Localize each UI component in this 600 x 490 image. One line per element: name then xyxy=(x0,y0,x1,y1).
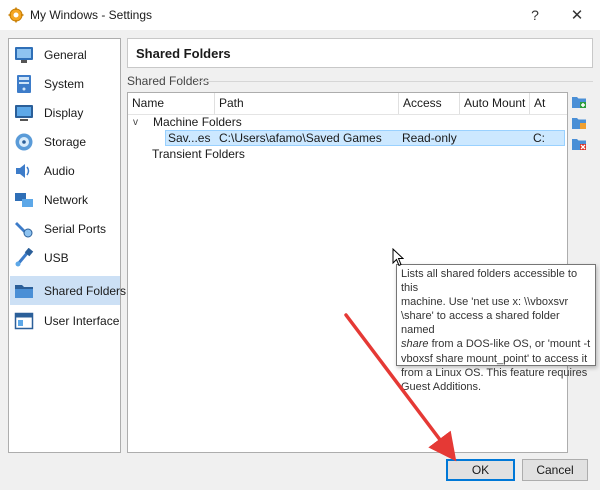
cancel-button[interactable]: Cancel xyxy=(522,459,588,481)
column-header-at[interactable]: At xyxy=(530,93,567,114)
cell-access: Read-only xyxy=(402,131,457,145)
storage-icon xyxy=(15,133,33,150)
settings-sidebar: General System Display Storage Audio Net… xyxy=(8,38,126,453)
cell-path: C:\Users\afamo\Saved Games xyxy=(219,131,382,145)
column-header-access[interactable]: Access xyxy=(399,93,460,114)
chevron-down-icon[interactable]: v xyxy=(133,114,138,131)
display-icon xyxy=(15,104,33,121)
table-row[interactable]: Sav...es C:\Users\afamo\Saved Games Read… xyxy=(165,130,565,146)
user-interface-icon xyxy=(14,312,34,329)
mouse-cursor-icon xyxy=(392,248,404,267)
sidebar-item-network[interactable]: Network xyxy=(10,185,120,214)
system-icon xyxy=(17,74,31,93)
title-bar: My Windows - Settings ? ✕ xyxy=(0,0,600,30)
column-header-path[interactable]: Path xyxy=(215,93,399,114)
page-title: Shared Folders xyxy=(136,46,231,61)
cell-at: C: xyxy=(533,131,545,145)
usb-icon xyxy=(15,247,34,266)
sidebar-item-system[interactable]: System xyxy=(10,69,120,98)
window-title: My Windows - Settings xyxy=(30,8,153,22)
edit-folder-icon[interactable] xyxy=(571,115,587,131)
serial-ports-icon xyxy=(15,221,33,237)
page-header: Shared Folders xyxy=(127,38,593,68)
help-button[interactable]: ? xyxy=(512,0,558,30)
sidebar-item-display[interactable]: Display xyxy=(10,98,120,127)
column-header-name[interactable]: Name xyxy=(128,93,215,114)
sidebar-item-serial-ports[interactable]: Serial Ports xyxy=(10,214,120,243)
sidebar-item-storage[interactable]: Storage xyxy=(10,127,120,156)
sidebar-item-audio[interactable]: Audio xyxy=(10,156,120,185)
network-icon xyxy=(15,192,33,207)
close-button[interactable]: ✕ xyxy=(554,0,600,30)
shared-folders-icon xyxy=(15,284,33,298)
audio-icon xyxy=(16,163,30,178)
sidebar-item-usb[interactable]: USB xyxy=(10,243,120,272)
ok-button[interactable]: OK xyxy=(446,459,515,481)
cell-name: Sav...es xyxy=(168,131,211,145)
tree-group-machine-folders[interactable]: v Machine Folders xyxy=(128,114,567,131)
tree-group-transient-folders[interactable]: Transient Folders xyxy=(128,146,567,163)
sidebar-item-shared-folders[interactable]: Shared Folders xyxy=(10,276,126,305)
group-divider xyxy=(197,81,593,82)
column-header-auto-mount[interactable]: Auto Mount xyxy=(460,93,530,114)
general-icon xyxy=(15,46,33,63)
sidebar-item-user-interface[interactable]: User Interface xyxy=(10,306,120,335)
add-folder-icon[interactable] xyxy=(571,94,587,110)
tooltip: Lists all shared folders accessible to t… xyxy=(396,264,596,393)
sidebar-item-general[interactable]: General xyxy=(10,40,120,69)
gear-icon xyxy=(8,7,24,23)
remove-folder-icon[interactable] xyxy=(571,136,587,152)
